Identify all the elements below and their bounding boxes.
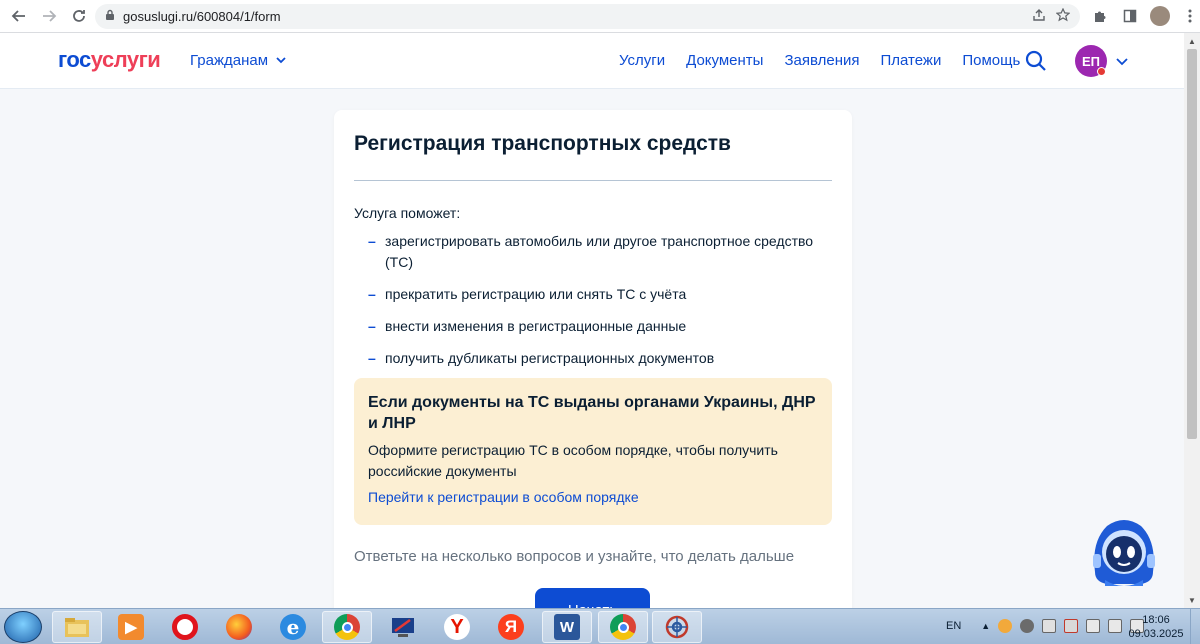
chrome-icon[interactable] (598, 611, 648, 643)
dash-icon: – (368, 318, 376, 334)
chrome-icon[interactable] (322, 611, 372, 643)
forward-arrow-icon (43, 10, 57, 22)
alert-text: Оформите регистрацию ТС в особом порядке… (368, 442, 778, 479)
page-scrollbar[interactable]: ▲ ▼ (1184, 33, 1200, 608)
special-procedure-alert: Если документы на ТС выданы органами Укр… (354, 378, 832, 525)
display-icon[interactable] (1108, 619, 1123, 633)
intro-text: Услуга поможет: (354, 205, 461, 221)
logo-part2: услуги (90, 47, 161, 72)
bookmark-star-icon[interactable] (1055, 7, 1071, 25)
reload-button[interactable] (66, 3, 92, 29)
list-item: – прекратить регистрацию или снять ТС с у… (354, 284, 824, 305)
nav-help[interactable]: Помощь (962, 52, 1020, 69)
dash-icon: – (368, 286, 376, 302)
scroll-down-arrow-icon[interactable]: ▼ (1184, 592, 1200, 608)
main-navigation: Услуги Документы Заявления Платежи Помощ… (619, 52, 1020, 69)
assistant-robot-icon[interactable] (1087, 512, 1161, 590)
word-icon[interactable]: W (542, 611, 592, 643)
file-explorer-icon[interactable] (52, 611, 102, 643)
page-title: Регистрация транспортных средств (354, 132, 731, 155)
site-header: госуслуги Гражданам Услуги Документы Зая… (0, 33, 1184, 89)
hint-text: Ответьте на несколько вопросов и узнайте… (354, 548, 795, 565)
logo-part1: гос (58, 47, 91, 72)
yandex-browser-icon[interactable]: Y (432, 611, 482, 643)
clock-time: 18:06 (1142, 614, 1170, 626)
dash-icon: – (368, 233, 376, 249)
audience-menu-label: Гражданам (190, 52, 269, 69)
flag-icon[interactable] (1086, 619, 1101, 633)
windows-taskbar: ▶ e Y Я W EN ▲ 18:06 09.03.2025 (0, 608, 1200, 644)
gosuslugi-logo[interactable]: госуслуги (58, 47, 161, 73)
url-text: gosuslugi.ru/600804/1/form (123, 9, 281, 24)
cloud-sync-icon[interactable] (998, 619, 1013, 633)
divider (354, 180, 832, 181)
usb-device-icon[interactable] (1042, 619, 1057, 633)
scroll-up-arrow-icon[interactable]: ▲ (1184, 33, 1200, 49)
scroll-thumb[interactable] (1187, 49, 1197, 439)
nav-documents[interactable]: Документы (686, 52, 763, 69)
side-panel-icon[interactable] (1118, 4, 1142, 28)
clock-date: 09.03.2025 (1128, 628, 1184, 640)
back-arrow-icon (11, 10, 25, 22)
share-icon[interactable] (1032, 8, 1046, 25)
chevron-down-icon[interactable] (1116, 53, 1128, 71)
extensions-puzzle-icon[interactable] (1088, 4, 1112, 28)
service-card: Регистрация транспортных средств Услуга … (334, 110, 852, 630)
speaker-icon[interactable] (1020, 619, 1035, 633)
dash-icon: – (368, 350, 376, 366)
network-app-icon[interactable] (652, 611, 702, 643)
tray-expand-icon[interactable]: ▲ (981, 621, 990, 631)
network-status-icon[interactable] (1064, 619, 1079, 633)
search-icon[interactable] (1024, 49, 1048, 73)
yandex-icon[interactable]: Я (486, 611, 536, 643)
address-bar[interactable]: gosuslugi.ru/600804/1/form (95, 4, 1080, 29)
list-item-text: зарегистрировать автомобиль или другое т… (385, 233, 814, 270)
media-player-icon[interactable]: ▶ (106, 611, 156, 643)
list-item: – зарегистрировать автомобиль или другое … (354, 231, 824, 273)
language-indicator[interactable]: EN (946, 620, 961, 632)
show-desktop-button[interactable] (1190, 609, 1200, 644)
profile-avatar[interactable] (1148, 4, 1172, 28)
list-item-text: прекратить регистрацию или снять ТС с уч… (385, 286, 687, 302)
browser-menu-icon[interactable] (1178, 4, 1200, 28)
list-item: – внести изменения в регистрационные данн… (354, 316, 824, 337)
benefit-list: – зарегистрировать автомобиль или другое … (354, 231, 824, 380)
screen-tool-icon[interactable] (378, 611, 428, 643)
chevron-down-icon (276, 57, 286, 64)
list-item-text: получить дубликаты регистрационных докум… (385, 350, 715, 366)
firefox-icon[interactable] (214, 611, 264, 643)
notification-dot (1097, 67, 1106, 76)
nav-applications[interactable]: Заявления (784, 52, 859, 69)
special-registration-link[interactable]: Перейти к регистрации в особом порядке (368, 489, 639, 505)
back-button[interactable] (6, 3, 32, 29)
list-item-text: внести изменения в регистрационные данны… (385, 318, 687, 334)
alert-title: Если документы на ТС выданы органами Укр… (368, 394, 816, 432)
internet-explorer-icon[interactable]: e (268, 611, 318, 643)
windows-start-button[interactable] (4, 611, 42, 643)
lock-icon (105, 9, 115, 24)
nav-services[interactable]: Услуги (619, 52, 665, 69)
taskbar-clock[interactable]: 18:06 09.03.2025 (1128, 613, 1184, 641)
system-tray: EN ▲ (946, 619, 1145, 633)
nav-payments[interactable]: Платежи (881, 52, 942, 69)
forward-button[interactable] (36, 3, 62, 29)
browser-toolbar: gosuslugi.ru/600804/1/form (0, 0, 1200, 33)
reload-icon (73, 10, 85, 22)
opera-icon[interactable] (160, 611, 210, 643)
audience-menu[interactable]: Гражданам (190, 52, 286, 69)
list-item: – получить дубликаты регистрационных доку… (354, 348, 824, 369)
